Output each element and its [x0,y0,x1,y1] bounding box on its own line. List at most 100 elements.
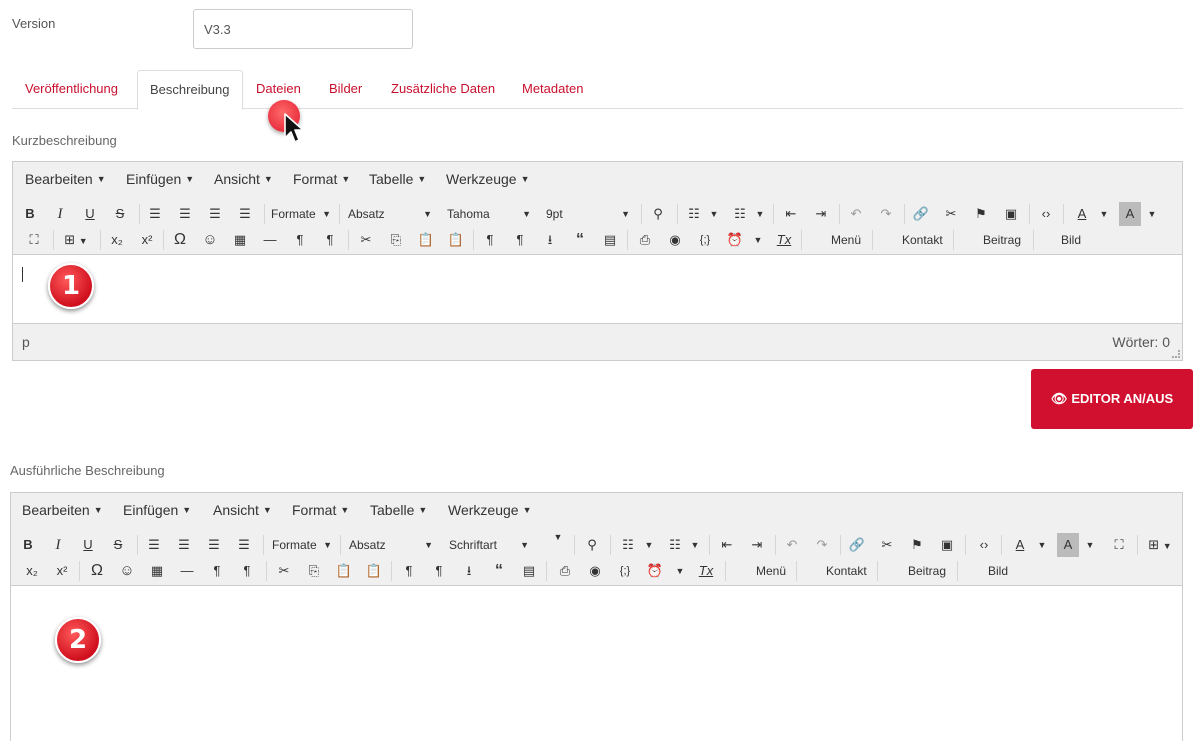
insert-date-icon[interactable]: ⭳ [458,559,480,583]
bullet-list-icon[interactable]: ☷ [617,533,639,557]
image-icon[interactable]: ▣ [936,533,958,557]
print-icon[interactable]: ⎙ [554,559,576,583]
subscript-icon[interactable]: x₂ [21,559,43,583]
subscript-icon[interactable]: x₂ [106,228,128,252]
clock-icon[interactable]: ⏰ [724,228,746,252]
insert-article-button[interactable]: Beitrag [983,228,1021,252]
table-icon[interactable]: ⊞ ▼ [59,228,93,252]
paste-icon[interactable]: 📋 [333,559,355,583]
insert-image-button[interactable]: Bild [988,559,1008,583]
menu-ansicht[interactable]: Ansicht ▼ [213,493,272,527]
code-sample-icon[interactable]: {;} [694,228,716,252]
blockquote-icon[interactable]: “ [488,559,510,583]
background-color-caret-icon[interactable]: ▼ [1145,202,1159,226]
align-left-icon[interactable]: ☰ [144,202,166,226]
find-replace-icon[interactable]: ⚲ [647,202,669,226]
tab-bilder[interactable]: Bilder [317,70,374,109]
numbered-list-icon[interactable]: ☷ [664,533,686,557]
align-justify-icon[interactable]: ☰ [234,202,256,226]
numbered-list-icon[interactable]: ☷ [729,202,751,226]
tab-zusaetzliche-daten[interactable]: Zusätzliche Daten [379,70,507,109]
block-format-dropdown[interactable]: Absatz ▼ [349,533,433,557]
superscript-icon[interactable]: x² [136,228,158,252]
resize-handle[interactable] [1172,350,1180,358]
background-color-icon[interactable]: A [1119,202,1141,226]
editor-content-area[interactable] [11,585,1182,741]
menu-format[interactable]: Format ▼ [292,493,349,527]
media-icon[interactable]: ▦ [146,559,168,583]
formats-dropdown[interactable]: Formate ▼ [272,533,332,557]
table-icon[interactable]: ⊞ ▼ [1143,533,1177,557]
menu-bearbeiten[interactable]: Bearbeiten ▼ [22,493,103,527]
align-justify-icon[interactable]: ☰ [233,533,255,557]
ltr-icon[interactable]: ¶ [289,228,311,252]
print-icon[interactable]: ⎙ [634,228,656,252]
preview-icon[interactable]: ◉ [664,228,686,252]
insert-image-button[interactable]: Bild [1061,228,1081,252]
background-color-icon[interactable]: A [1057,533,1079,557]
align-center-icon[interactable]: ☰ [173,533,195,557]
copy-icon[interactable]: ⎘ [303,559,325,583]
bullet-list-caret-icon[interactable]: ▼ [642,533,656,557]
blockquote-icon[interactable]: “ [569,228,591,252]
menu-einfuegen[interactable]: Einfügen ▼ [126,162,194,196]
formats-dropdown[interactable]: Formate ▼ [271,202,331,226]
paste-text-icon[interactable]: 📋 [363,559,385,583]
horizontal-rule-icon[interactable]: — [259,228,281,252]
emoticons-icon[interactable]: ☺ [199,228,221,252]
source-code-icon[interactable]: ‹› [973,533,995,557]
font-family-dropdown[interactable]: Schriftart ▼ [449,533,529,557]
text-color-icon[interactable]: A [1009,533,1031,557]
outdent-icon[interactable]: ⇤ [716,533,738,557]
bullet-list-icon[interactable]: ☷ [683,202,705,226]
redo-icon[interactable]: ↷ [811,533,833,557]
rtl-icon[interactable]: ¶ [319,228,341,252]
menu-format[interactable]: Format ▼ [293,162,350,196]
font-size-dropdown[interactable]: 9pt ▼ [546,202,630,226]
text-color-icon[interactable]: A [1071,202,1093,226]
superscript-icon[interactable]: x² [51,559,73,583]
horizontal-rule-icon[interactable]: — [176,559,198,583]
copy-icon[interactable]: ⎘ [385,228,407,252]
menu-bearbeiten[interactable]: Bearbeiten ▼ [25,162,106,196]
element-path[interactable]: p [22,334,30,350]
cut-icon[interactable]: ✂ [273,559,295,583]
link-icon[interactable]: 🔗 [846,533,868,557]
show-blocks-icon[interactable]: ¶ [398,559,420,583]
insert-contact-button[interactable]: Kontakt [902,228,943,252]
underline-icon[interactable]: U [77,533,99,557]
paste-icon[interactable]: 📋 [415,228,437,252]
clock-icon[interactable]: ⏰ [644,559,666,583]
unlink-icon[interactable]: ✂ [876,533,898,557]
menu-tabelle[interactable]: Tabelle ▼ [370,493,427,527]
menu-werkzeuge[interactable]: Werkzeuge ▼ [446,162,529,196]
menu-tabelle[interactable]: Tabelle ▼ [369,162,426,196]
clock-caret-icon[interactable]: ▼ [751,228,765,252]
ltr-icon[interactable]: ¶ [206,559,228,583]
insert-menu-button[interactable]: Menü [756,559,786,583]
strikethrough-icon[interactable]: S [109,202,131,226]
special-character-icon[interactable]: Ω [169,228,191,252]
fullscreen-icon[interactable]: ⛶ [23,228,45,252]
text-color-caret-icon[interactable]: ▼ [1035,533,1049,557]
bold-icon[interactable]: B [19,202,41,226]
background-color-caret-icon[interactable]: ▼ [1083,533,1097,557]
tab-beschreibung[interactable]: Beschreibung [137,70,243,110]
tab-veroeffentlichung[interactable]: Veröffentlichung [13,70,130,109]
image-icon[interactable]: ▣ [1000,202,1022,226]
rtl-icon[interactable]: ¶ [236,559,258,583]
numbered-list-caret-icon[interactable]: ▼ [688,533,702,557]
visual-chars-icon[interactable]: ¶ [428,559,450,583]
show-blocks-icon[interactable]: ¶ [479,228,501,252]
visual-chars-icon[interactable]: ¶ [509,228,531,252]
editor-content-area[interactable] [13,254,1182,324]
special-character-icon[interactable]: Ω [86,559,108,583]
code-sample-icon[interactable]: {;} [614,559,636,583]
clear-formatting-icon[interactable]: Tx [695,559,717,583]
fullscreen-icon[interactable]: ⛶ [1108,533,1130,557]
indent-icon[interactable]: ⇥ [810,202,832,226]
editor-toggle-button[interactable]: 👁 EDITOR AN/AUS [1031,369,1193,429]
bookmark-icon[interactable]: ⚑ [970,202,992,226]
unlink-icon[interactable]: ✂ [940,202,962,226]
menu-werkzeuge[interactable]: Werkzeuge ▼ [448,493,531,527]
